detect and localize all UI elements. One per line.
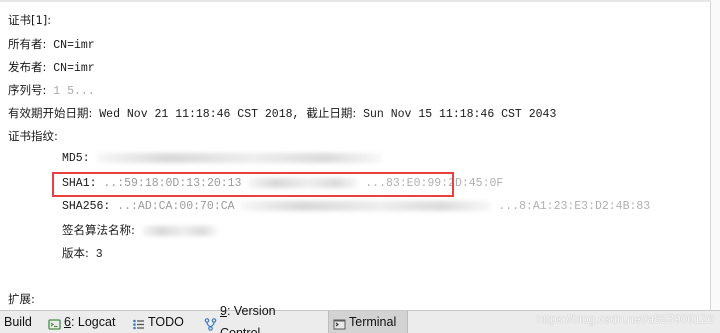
validity-end-label: 截止日期: xyxy=(306,106,357,120)
version-control-tab-label: : Version Control xyxy=(220,304,276,333)
owner-label: 所有者: xyxy=(8,37,47,51)
issuer-label: 发布者: xyxy=(8,60,47,74)
version-line: 版本: 3 xyxy=(62,244,103,262)
todo-list-icon xyxy=(132,316,145,329)
version-control-tab[interactable]: 9: Version Control xyxy=(200,304,322,333)
build-tab[interactable]: Build xyxy=(0,311,40,333)
logcat-tab[interactable]: 6: Logcat xyxy=(44,311,124,333)
cert-header-text: 证书[1]: xyxy=(8,13,52,27)
md5-label: MD5: xyxy=(62,152,90,165)
owner-line: 所有者: CN=imr xyxy=(8,35,95,53)
md5-redacted xyxy=(96,152,382,163)
serial-label: 序列号: xyxy=(8,83,47,97)
version-control-icon xyxy=(204,316,217,331)
logcat-shortcut: 6 xyxy=(64,315,71,329)
top-divider xyxy=(0,0,720,2)
terminal-tab[interactable]: Terminal xyxy=(328,311,408,333)
vertical-scrollbar[interactable] xyxy=(711,0,720,310)
fingerprint-line: 证书指纹: xyxy=(8,127,58,145)
issuer-line: 发布者: CN=imr xyxy=(8,58,95,76)
version-value: 3 xyxy=(95,248,103,261)
todo-tab-label: TODO xyxy=(148,315,184,329)
vc-shortcut: 9 xyxy=(220,304,227,318)
sha256-line: SHA256: ..:AD:CA:00:70:CA ...8:A1:23:E3:… xyxy=(62,198,650,216)
terminal-output: 证书[1]: 所有者: CN=imr 发布者: CN=imr 序列号: 1 5.… xyxy=(0,0,720,310)
sig-alg-label: 签名算法名称: xyxy=(62,223,135,237)
sha256-tail: ...8:A1:23:E3:D2:4B:83 xyxy=(498,200,651,213)
terminal-icon xyxy=(333,316,346,329)
terminal-tab-label: Terminal xyxy=(349,315,397,329)
cert-header: 证书[1]: xyxy=(8,11,51,29)
logcat-tab-label: : Logcat xyxy=(70,315,116,329)
blog-watermark: https://blog.csdn.net/a853906126 xyxy=(536,312,714,326)
todo-tab[interactable]: TODO xyxy=(128,311,190,333)
md5-line: MD5: xyxy=(62,150,382,168)
extensions-line: 扩展: xyxy=(8,290,35,308)
serial-value: 1 5... xyxy=(53,85,95,98)
serial-line: 序列号: 1 5... xyxy=(8,81,95,99)
build-tab-label: Build xyxy=(4,315,32,329)
logcat-icon xyxy=(48,316,61,330)
sha256-value: ..:AD:CA:00:70:CA xyxy=(117,200,235,213)
extensions-label: 扩展: xyxy=(8,292,35,306)
sig-alg-line: 签名算法名称: xyxy=(62,221,217,239)
validity-start-label: 有效期开始日期: xyxy=(8,106,93,120)
version-label: 版本: xyxy=(62,246,89,260)
validity-start-value: Wed Nov 21 11:18:46 CST 2018, xyxy=(99,108,300,121)
sha256-label: SHA256: xyxy=(62,200,111,213)
issuer-value: CN=imr xyxy=(53,62,95,75)
validity-line: 有效期开始日期: Wed Nov 21 11:18:46 CST 2018, 截… xyxy=(8,104,556,122)
sha1-highlight-box xyxy=(52,172,454,197)
validity-end-value: Sun Nov 15 11:18:46 CST 2043 xyxy=(363,108,557,121)
sha256-redacted xyxy=(241,200,492,211)
owner-value: CN=imr xyxy=(53,39,95,52)
sig-alg-redacted xyxy=(141,225,217,236)
fingerprint-label: 证书指纹: xyxy=(8,129,58,143)
